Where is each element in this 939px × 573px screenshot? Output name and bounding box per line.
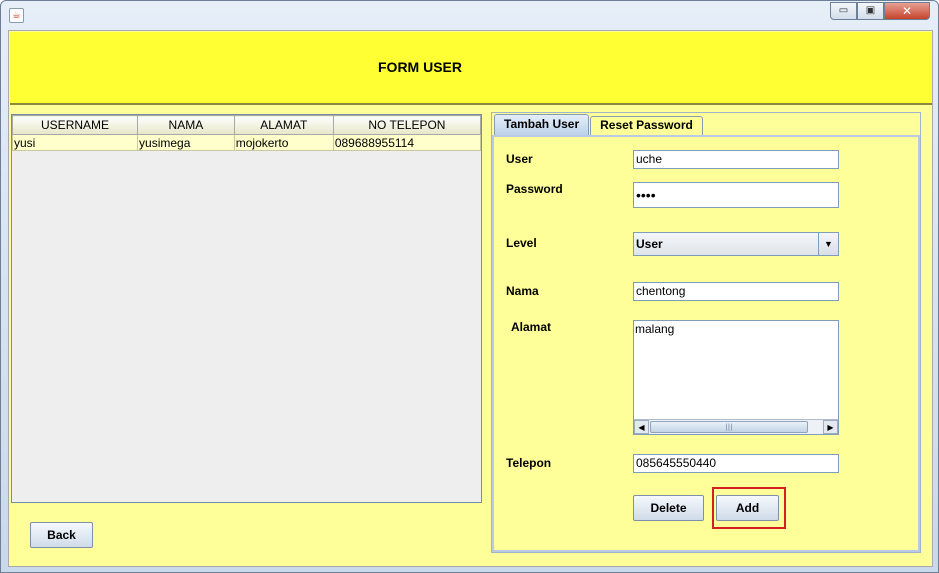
scroll-thumb[interactable]: ||| bbox=[650, 421, 808, 433]
header-banner: FORM USER bbox=[10, 32, 932, 105]
window-controls: ▭ ▣ ✕ bbox=[830, 2, 930, 20]
level-label: Level bbox=[506, 236, 537, 250]
password-field[interactable]: •••• bbox=[633, 182, 839, 208]
alamat-textarea[interactable]: malang ◀ ||| ▶ bbox=[633, 320, 839, 435]
minimize-button[interactable]: ▭ bbox=[830, 2, 857, 20]
table-header-row: USERNAME NAMA ALAMAT NO TELEPON bbox=[11, 115, 482, 135]
maximize-button[interactable]: ▣ bbox=[857, 2, 884, 20]
table-cell[interactable]: mojokerto bbox=[233, 134, 334, 151]
column-header-username[interactable]: USERNAME bbox=[11, 115, 139, 135]
level-selected-value: User bbox=[636, 237, 663, 251]
table-row[interactable]: yusi yusimega mojokerto 089688955114 bbox=[11, 134, 482, 151]
user-table: USERNAME NAMA ALAMAT NO TELEPON yusi yus… bbox=[11, 115, 482, 151]
column-header-alamat[interactable]: ALAMAT bbox=[233, 115, 334, 135]
tambah-user-panel: User uche Password •••• Level User ▼ Nam… bbox=[492, 135, 920, 552]
tab-reset-password[interactable]: Reset Password bbox=[590, 116, 703, 135]
password-label: Password bbox=[506, 182, 563, 196]
horizontal-scrollbar[interactable]: ◀ ||| ▶ bbox=[634, 419, 838, 434]
close-button[interactable]: ✕ bbox=[884, 2, 930, 20]
app-window: ☕ ▭ ▣ ✕ FORM USER USERNAME NAMA ALAMAT N… bbox=[0, 0, 939, 573]
alamat-text: malang bbox=[635, 322, 675, 336]
nama-label: Nama bbox=[506, 284, 539, 298]
chevron-down-icon[interactable]: ▼ bbox=[818, 233, 838, 255]
column-header-nama[interactable]: NAMA bbox=[137, 115, 235, 135]
title-bar[interactable]: ☕ ▭ ▣ ✕ bbox=[1, 1, 938, 29]
telepon-field[interactable]: 085645550440 bbox=[633, 454, 839, 473]
telepon-label: Telepon bbox=[506, 456, 552, 470]
tab-tambah-user[interactable]: Tambah User bbox=[494, 114, 590, 135]
scroll-right-icon[interactable]: ▶ bbox=[823, 420, 838, 434]
table-cell[interactable]: 089688955114 bbox=[332, 134, 482, 151]
column-header-no-telepon[interactable]: NO TELEPON bbox=[332, 115, 482, 135]
tab-strip: Tambah User Reset Password bbox=[494, 114, 704, 135]
tabbed-pane: Tambah User Reset Password User uche Pas… bbox=[491, 112, 921, 553]
page-title: FORM USER bbox=[378, 59, 462, 75]
table-cell[interactable]: yusimega bbox=[137, 134, 235, 151]
back-button[interactable]: Back bbox=[30, 522, 93, 548]
client-area: FORM USER USERNAME NAMA ALAMAT NO TELEPO… bbox=[8, 30, 933, 567]
level-dropdown[interactable]: User ▼ bbox=[633, 232, 839, 256]
java-cup-icon: ☕ bbox=[9, 8, 24, 23]
alamat-label: Alamat bbox=[511, 320, 552, 334]
user-field[interactable]: uche bbox=[633, 150, 839, 169]
add-button[interactable]: Add bbox=[716, 495, 779, 521]
scroll-left-icon[interactable]: ◀ bbox=[634, 420, 649, 434]
delete-button[interactable]: Delete bbox=[633, 495, 704, 521]
nama-field[interactable]: chentong bbox=[633, 282, 839, 301]
table-cell[interactable]: yusi bbox=[11, 134, 139, 151]
user-label: User bbox=[506, 152, 533, 166]
user-table-scrollpane: USERNAME NAMA ALAMAT NO TELEPON yusi yus… bbox=[11, 114, 482, 503]
